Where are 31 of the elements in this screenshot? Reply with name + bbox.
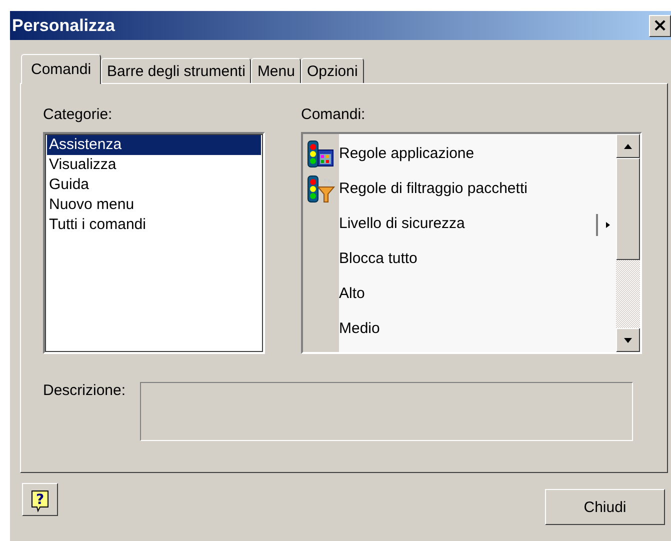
field-label: Descrizione: [43, 382, 126, 401]
list-item[interactable]: Visualizza [47, 155, 261, 175]
close-button[interactable]: × [649, 14, 671, 36]
list-item[interactable]: Livello di sicurezza [339, 215, 465, 232]
field-label: Comandi: [301, 106, 366, 123]
category-list[interactable]: Assistenza Visualizza Guida Nuovo menu Tutti i comandi [43, 132, 265, 354]
list-item[interactable]: Regole di filtraggio pacchetti [339, 180, 528, 197]
tab[interactable]: Barre degli strumenti [101, 58, 252, 83]
list-item[interactable]: Assistenza [47, 135, 261, 155]
list-item[interactable]: Nuovo menu [47, 195, 261, 215]
list-item[interactable]: Regole applicazione [339, 145, 474, 162]
list-item[interactable]: Tutti i comandi [47, 215, 261, 235]
list-item[interactable]: Guida [47, 175, 261, 195]
close-button[interactable]: Chiudi [545, 489, 665, 525]
speech-bubble-icon [31, 490, 50, 513]
traffic-light-icon [307, 174, 335, 202]
list-item[interactable]: Medio [339, 320, 380, 337]
tab[interactable]: Opzioni [300, 58, 364, 83]
command-list[interactable]: Regole applicazione Regole di filtraggio pacchetti Livello di sicurezza Blocca tutto Alto Medio [301, 132, 642, 354]
tab[interactable]: Menu [251, 58, 301, 83]
list-item[interactable]: Blocca tutto [339, 250, 418, 267]
traffic-light-icon [307, 140, 335, 168]
up-arrow-icon [623, 142, 633, 150]
list-item[interactable]: Alto [339, 285, 365, 302]
help-button[interactable]: ? [22, 483, 58, 516]
down-arrow-icon [623, 336, 633, 344]
scrollbar[interactable] [616, 134, 640, 352]
submenu-arrow-icon [596, 214, 612, 236]
tab[interactable]: Comandi [21, 54, 102, 84]
field-label: Categorie: [43, 106, 114, 123]
window-title: Personalizza [12, 16, 115, 36]
